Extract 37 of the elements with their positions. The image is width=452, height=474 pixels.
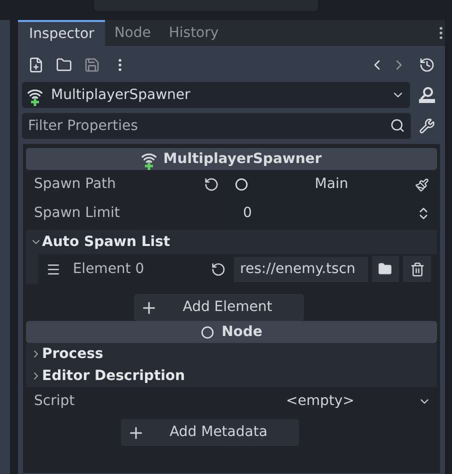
class-header: Node: [26, 321, 437, 343]
group-header[interactable]: Editor Description: [26, 365, 437, 387]
group-header[interactable]: Auto Spawn List: [26, 230, 437, 254]
tools-icon[interactable]: [419, 118, 435, 134]
folder-icon[interactable]: [56, 57, 72, 73]
class-header: MultiplayerSpawner: [26, 148, 437, 170]
trash-icon: [410, 262, 425, 276]
spawner-icon: [27, 87, 43, 103]
script-dropdown[interactable]: <empty>: [286, 390, 437, 412]
property-label: Spawn Limit: [33, 204, 121, 223]
spawner-icon: [141, 151, 158, 167]
revert-icon[interactable]: [211, 262, 226, 276]
new-file-icon[interactable]: [28, 57, 44, 73]
clear-brush-icon[interactable]: [415, 178, 429, 192]
history-icon[interactable]: [419, 57, 435, 73]
add-metadata-button[interactable]: Add Metadata: [120, 419, 298, 446]
group-header[interactable]: Process: [26, 343, 437, 365]
open-folder-button[interactable]: [372, 256, 400, 282]
drag-handle-icon[interactable]: [46, 262, 61, 276]
element-label: Element 0: [72, 260, 146, 278]
folder-icon: [378, 262, 392, 276]
tab[interactable]: History: [160, 20, 228, 46]
resource-field[interactable]: res://enemy.tscn: [234, 256, 368, 282]
property-label: Spawn Path: [33, 175, 117, 194]
save-icon[interactable]: [84, 57, 100, 73]
filter-field[interactable]: Filter Properties: [22, 113, 411, 139]
node-icon: [200, 326, 214, 338]
search-icon: [390, 118, 405, 133]
add-element-button[interactable]: Add Element: [134, 294, 304, 321]
revert-icon[interactable]: [204, 177, 219, 192]
property-label: Script: [33, 392, 76, 410]
documentation-icon[interactable]: [418, 86, 436, 104]
tab[interactable]: Node: [105, 20, 160, 46]
node-icon: [235, 178, 248, 191]
delete-button[interactable]: [403, 256, 431, 282]
object-selector[interactable]: MultiplayerSpawner: [22, 82, 410, 108]
tab[interactable]: Inspector: [18, 20, 106, 46]
